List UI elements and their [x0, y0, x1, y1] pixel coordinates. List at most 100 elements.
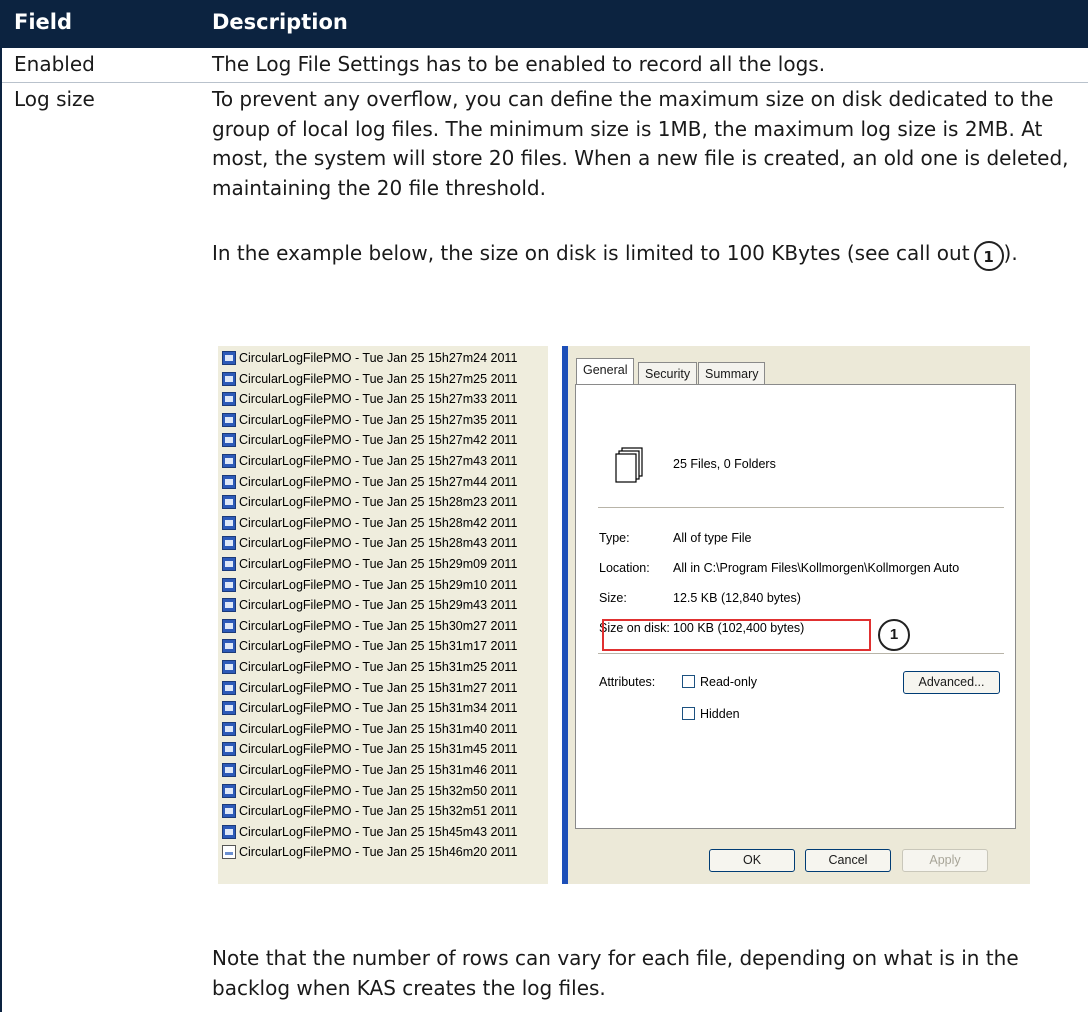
log-file-icon [222, 660, 236, 674]
table-left-border [0, 48, 2, 1012]
tab-security[interactable]: Security [638, 362, 698, 384]
attributes-label: Attributes: [599, 675, 656, 689]
separator [598, 653, 1004, 654]
file-name: CircularLogFilePMO - Tue Jan 25 15h27m33… [239, 392, 518, 407]
row-divider [0, 82, 1088, 83]
file-list-item[interactable]: CircularLogFilePMO - Tue Jan 25 15h32m50… [222, 782, 517, 801]
file-list-item[interactable]: CircularLogFilePMO - Tue Jan 25 15h46m20… [222, 843, 517, 862]
file-list-item[interactable]: CircularLogFilePMO - Tue Jan 25 15h28m43… [222, 534, 517, 553]
cancel-button[interactable]: Cancel [805, 849, 891, 872]
size-value: 12.5 KB (12,840 bytes) [673, 591, 801, 605]
log-file-icon [222, 783, 236, 798]
file-list-item[interactable]: CircularLogFilePMO - Tue Jan 25 15h27m44… [222, 473, 517, 492]
size-on-disk-highlight [602, 619, 871, 651]
hidden-checkbox[interactable] [682, 707, 695, 720]
file-list-item[interactable]: CircularLogFilePMO - Tue Jan 25 15h27m43… [222, 452, 517, 471]
file-list-item[interactable]: CircularLogFilePMO - Tue Jan 25 15h31m25… [222, 658, 517, 677]
log-file-icon [222, 454, 236, 468]
file-list-item[interactable]: CircularLogFilePMO - Tue Jan 25 15h29m10… [222, 576, 517, 595]
file-name: CircularLogFilePMO - Tue Jan 25 15h27m44… [239, 474, 518, 489]
log-file-icon [222, 680, 236, 695]
log-file-icon [222, 474, 236, 489]
file-list-item[interactable]: CircularLogFilePMO - Tue Jan 25 15h31m27… [222, 679, 517, 698]
row-enabled-description: The Log File Settings has to be enabled … [212, 52, 826, 76]
file-name: CircularLogFilePMO - Tue Jan 25 15h28m42… [239, 515, 518, 530]
readonly-checkbox[interactable] [682, 675, 695, 688]
file-name: CircularLogFilePMO - Tue Jan 25 15h27m25… [239, 371, 518, 386]
logsize-paragraph-2-text: In the example below, the size on disk i… [212, 241, 970, 265]
file-list-item[interactable]: CircularLogFilePMO - Tue Jan 25 15h31m40… [222, 720, 517, 739]
file-list-item[interactable]: CircularLogFilePMO - Tue Jan 25 15h32m51… [222, 802, 517, 821]
file-list: CircularLogFilePMO - Tue Jan 25 15h27m24… [218, 346, 548, 884]
logsize-paragraph-2-end: ). [1003, 241, 1018, 265]
ok-button[interactable]: OK [709, 849, 795, 872]
file-list-item[interactable]: CircularLogFilePMO - Tue Jan 25 15h27m42… [222, 431, 517, 450]
apply-button[interactable]: Apply [902, 849, 988, 872]
properties-dialog: General Security Summary 25 Files, 0 Fol… [562, 346, 1030, 884]
callout-badge: 1 [973, 241, 1004, 271]
log-file-icon [222, 557, 236, 571]
log-file-icon [222, 371, 236, 386]
file-name: CircularLogFilePMO - Tue Jan 25 15h31m25… [239, 660, 518, 674]
logsize-paragraph-2: In the example below, the size on disk i… [212, 233, 1072, 273]
logsize-note: Note that the number of rows can vary fo… [212, 946, 1019, 1000]
log-file-icon [222, 433, 236, 448]
log-file-icon [222, 536, 236, 551]
file-name: CircularLogFilePMO - Tue Jan 25 15h31m17… [239, 639, 518, 654]
file-name: CircularLogFilePMO - Tue Jan 25 15h28m43… [239, 536, 518, 551]
file-name: CircularLogFilePMO - Tue Jan 25 15h45m43… [239, 824, 518, 839]
file-list-item[interactable]: CircularLogFilePMO - Tue Jan 25 15h31m46… [222, 761, 517, 780]
file-list-item[interactable]: CircularLogFilePMO - Tue Jan 25 15h28m23… [222, 493, 517, 512]
log-file-icon [222, 721, 236, 736]
header-description: Description [212, 10, 348, 34]
type-label: Type: [599, 531, 630, 545]
callout-badge: 1 [878, 619, 910, 651]
file-list-item[interactable]: CircularLogFilePMO - Tue Jan 25 15h31m17… [222, 637, 517, 656]
tab-general[interactable]: General [576, 358, 635, 385]
size-label: Size: [599, 591, 627, 605]
log-file-icon [222, 412, 236, 427]
file-name: CircularLogFilePMO - Tue Jan 25 15h29m43… [239, 598, 518, 613]
tab-summary[interactable]: Summary [698, 362, 766, 384]
file-name: CircularLogFilePMO - Tue Jan 25 15h30m27… [239, 618, 518, 633]
file-list-item[interactable]: CircularLogFilePMO - Tue Jan 25 15h28m42… [222, 514, 517, 533]
file-list-item[interactable]: CircularLogFilePMO - Tue Jan 25 15h30m27… [222, 617, 517, 636]
file-list-item[interactable]: CircularLogFilePMO - Tue Jan 25 15h29m43… [222, 596, 517, 615]
general-panel: 25 Files, 0 Folders Type: All of type Fi… [575, 384, 1016, 829]
hidden-label: Hidden [700, 707, 740, 721]
log-file-icon [222, 742, 236, 757]
log-file-icon [222, 495, 236, 510]
file-name: CircularLogFilePMO - Tue Jan 25 15h46m20… [239, 845, 518, 860]
file-name: CircularLogFilePMO - Tue Jan 25 15h31m40… [239, 721, 518, 736]
log-file-icon [222, 763, 236, 777]
log-file-icon [222, 351, 236, 365]
location-label: Location: [599, 561, 650, 575]
log-file-icon [222, 824, 236, 839]
file-name: CircularLogFilePMO - Tue Jan 25 15h28m23… [239, 495, 518, 510]
file-name: CircularLogFilePMO - Tue Jan 25 15h27m43… [239, 454, 518, 468]
logsize-paragraph-1: To prevent any overflow, you can define … [212, 87, 1069, 200]
file-list-item[interactable]: CircularLogFilePMO - Tue Jan 25 15h27m35… [222, 411, 517, 430]
header-field: Field [14, 10, 73, 34]
log-file-icon [222, 804, 236, 819]
log-file-icon [222, 515, 236, 530]
file-list-item[interactable]: CircularLogFilePMO - Tue Jan 25 15h31m34… [222, 699, 517, 718]
file-list-item[interactable]: CircularLogFilePMO - Tue Jan 25 15h45m43… [222, 823, 517, 842]
file-name: CircularLogFilePMO - Tue Jan 25 15h27m35… [239, 412, 518, 427]
file-name: CircularLogFilePMO - Tue Jan 25 15h32m50… [239, 783, 518, 798]
file-name: CircularLogFilePMO - Tue Jan 25 15h31m34… [239, 701, 518, 716]
log-file-icon [222, 577, 236, 592]
advanced-button[interactable]: Advanced... [903, 671, 1000, 694]
file-name: CircularLogFilePMO - Tue Jan 25 15h31m27… [239, 680, 518, 695]
file-list-item[interactable]: CircularLogFilePMO - Tue Jan 25 15h27m25… [222, 370, 517, 389]
files-summary: 25 Files, 0 Folders [673, 457, 776, 471]
file-name: CircularLogFilePMO - Tue Jan 25 15h29m10… [239, 577, 518, 592]
file-list-item[interactable]: CircularLogFilePMO - Tue Jan 25 15h31m45… [222, 740, 517, 759]
log-file-icon [222, 392, 236, 407]
file-name: CircularLogFilePMO - Tue Jan 25 15h31m45… [239, 742, 518, 757]
file-list-item[interactable]: CircularLogFilePMO - Tue Jan 25 15h29m09… [222, 555, 517, 574]
log-file-icon [222, 618, 236, 633]
file-list-item[interactable]: CircularLogFilePMO - Tue Jan 25 15h27m24… [222, 349, 517, 368]
file-list-item[interactable]: CircularLogFilePMO - Tue Jan 25 15h27m33… [222, 390, 517, 409]
file-name: CircularLogFilePMO - Tue Jan 25 15h27m24… [239, 351, 518, 365]
